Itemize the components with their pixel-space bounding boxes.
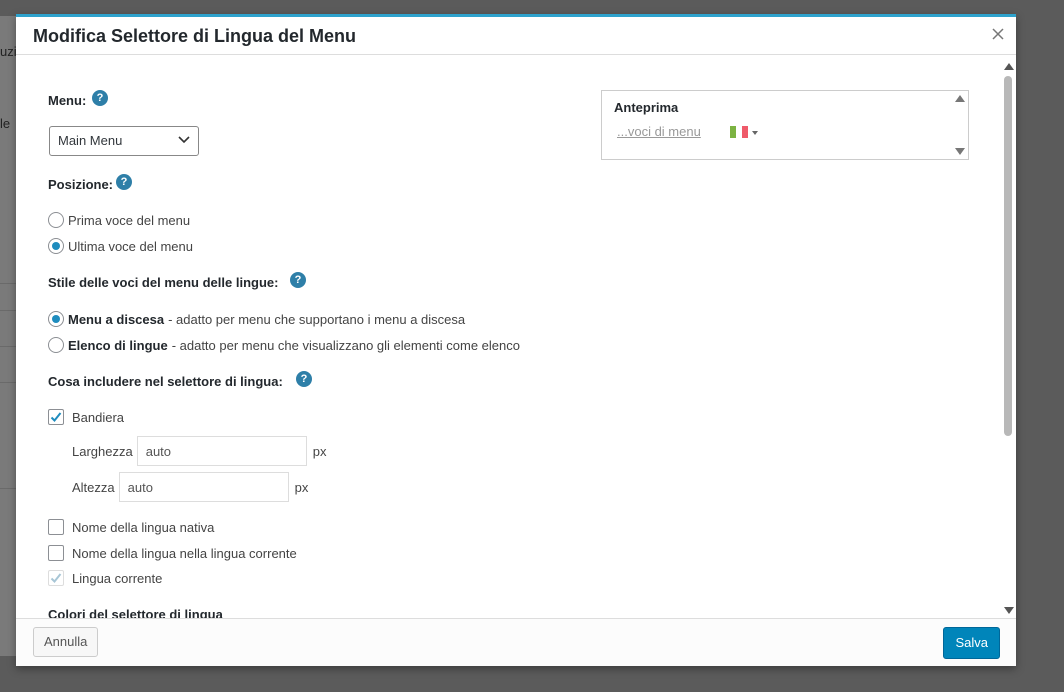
caret-down-icon — [752, 131, 758, 135]
option-label: Prima voce del menu — [68, 212, 191, 228]
option-title: Menu a discesa — [68, 311, 165, 327]
preview-box: Anteprima ...voci di menu — [601, 90, 969, 160]
include-label: Cosa includere nel selettore di lingua: — [48, 374, 283, 389]
help-icon[interactable]: ? — [296, 371, 312, 387]
menu-select[interactable]: Main Menu — [49, 126, 199, 156]
scroll-down-icon[interactable] — [1004, 607, 1014, 614]
scrollbar-thumb[interactable] — [1004, 76, 1012, 436]
style-label: Stile delle voci del menu delle lingue: — [48, 275, 279, 290]
option-label: Lingua corrente — [72, 570, 163, 586]
radio-button[interactable] — [48, 311, 64, 327]
option-description: - adatto per menu che visualizzano gli e… — [171, 337, 520, 353]
checkbox — [48, 570, 64, 586]
colors-label: Colori del selettore di lingua — [48, 607, 223, 618]
dialog-body: Menu: ? Main Menu Posizione: ? Prima voc… — [16, 56, 1016, 618]
checkbox[interactable] — [48, 409, 64, 425]
current-language-option: Lingua corrente — [48, 569, 162, 587]
option-description: - adatto per menu che supportano i menu … — [168, 311, 466, 327]
background-divider — [0, 488, 16, 489]
position-option-first[interactable]: Prima voce del menu — [48, 211, 190, 229]
close-icon[interactable] — [990, 26, 1006, 42]
checkmark-icon — [50, 412, 62, 422]
height-unit: px — [294, 479, 309, 495]
background-divider — [0, 346, 16, 347]
radio-button[interactable] — [48, 212, 64, 228]
background-divider — [0, 382, 16, 383]
style-option-dropdown[interactable]: Menu a discesa - adatto per menu che sup… — [48, 310, 465, 328]
background-divider — [0, 310, 16, 311]
current-name-option[interactable]: Nome della lingua nella lingua corrente — [48, 544, 297, 562]
width-unit: px — [312, 443, 327, 459]
flag-width-row: Larghezza px — [72, 436, 326, 466]
save-button[interactable]: Salva — [943, 627, 1000, 659]
radio-button[interactable] — [48, 238, 64, 254]
menu-select-value: Main Menu — [58, 133, 123, 148]
help-icon[interactable]: ? — [290, 272, 306, 288]
cancel-button[interactable]: Annulla — [33, 627, 99, 657]
radio-button[interactable] — [48, 337, 64, 353]
width-input[interactable] — [136, 436, 307, 466]
chevron-down-icon — [178, 136, 190, 144]
native-name-option[interactable]: Nome della lingua nativa — [48, 518, 214, 536]
preview-title: Anteprima — [614, 100, 679, 115]
italy-flag-icon — [730, 126, 748, 138]
flag-option[interactable]: Bandiera — [48, 408, 124, 426]
scroll-up-icon[interactable] — [955, 95, 965, 102]
height-input[interactable] — [118, 472, 289, 502]
scroll-down-icon[interactable] — [955, 148, 965, 155]
option-title: Elenco di lingue — [68, 337, 168, 353]
help-icon[interactable]: ? — [92, 90, 108, 106]
dialog-header: Modifica Selettore di Lingua del Menu — [16, 17, 1016, 55]
position-option-last[interactable]: Ultima voce del menu — [48, 237, 193, 255]
width-label: Larghezza — [72, 443, 133, 459]
dialog-title: Modifica Selettore di Lingua del Menu — [33, 26, 357, 46]
flag-height-row: Altezza px — [72, 472, 308, 502]
option-label: Nome della lingua nella lingua corrente — [72, 545, 297, 561]
background-page — [0, 16, 16, 656]
style-option-list[interactable]: Elenco di lingue - adatto per menu che v… — [48, 336, 520, 354]
background-divider — [0, 283, 16, 284]
checkbox[interactable] — [48, 519, 64, 535]
menu-label: Menu: — [48, 93, 87, 108]
position-label: Posizione: — [48, 177, 114, 192]
dialog-scrollbar[interactable] — [1001, 60, 1015, 616]
help-icon[interactable]: ? — [116, 174, 132, 190]
preview-menu-link[interactable]: ...voci di menu — [617, 124, 701, 139]
option-label: Ultima voce del menu — [68, 238, 193, 254]
dialog-footer: Annulla Salva — [16, 618, 1016, 666]
checkbox[interactable] — [48, 545, 64, 561]
background-text: le — [0, 116, 11, 131]
height-label: Altezza — [72, 479, 115, 495]
option-label: Bandiera — [72, 409, 125, 425]
checkmark-icon — [50, 573, 62, 583]
scroll-up-icon[interactable] — [1004, 63, 1014, 70]
option-label: Nome della lingua nativa — [72, 519, 215, 535]
background-text: uzi — [0, 44, 16, 59]
language-switcher-dialog: Modifica Selettore di Lingua del Menu Me… — [16, 14, 1016, 666]
